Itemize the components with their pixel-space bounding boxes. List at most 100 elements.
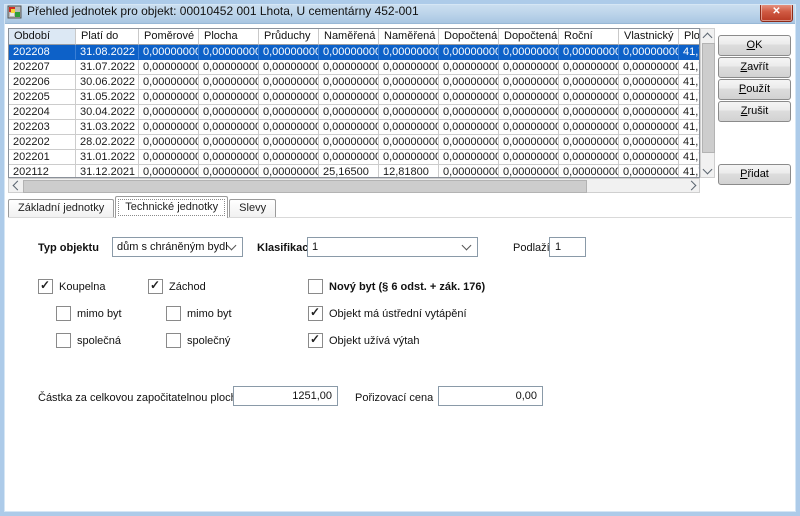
grid-cell: 0,00000000 [199, 90, 259, 105]
checkbox-box [308, 333, 323, 348]
grid-cell: 0,00000000 [199, 165, 259, 178]
grid-cell: 202203 [9, 120, 76, 135]
horizontal-scroll-thumb[interactable] [23, 180, 587, 193]
grid-cell: 0,00000000 [499, 165, 559, 178]
grid-column-header[interactable]: Průduchy [259, 29, 319, 45]
grid-column-header[interactable]: Naměřená [379, 29, 439, 45]
grid-cell: 0,00000000 [379, 90, 439, 105]
grid-column-header[interactable]: Plocha [679, 29, 700, 45]
grid-column-header[interactable]: Plocha [199, 29, 259, 45]
grid-cell: 0,00000000 [319, 120, 379, 135]
grid-cell: 202208 [9, 45, 76, 60]
podlazi-field[interactable]: 1 [549, 237, 586, 257]
checkbox-zachod-mimo-byt[interactable]: mimo byt [166, 306, 232, 321]
checkbox-box [148, 279, 163, 294]
grid-cell: 0,00000000 [199, 150, 259, 165]
grid-cell: 0,00000000 [139, 165, 199, 178]
checkbox-uziva-vytah[interactable]: Objekt užívá výtah [308, 333, 420, 348]
scroll-down-icon[interactable] [701, 164, 714, 177]
vertical-scroll-thumb[interactable] [702, 43, 715, 153]
grid-cell: 0,00000000 [319, 150, 379, 165]
castka-field[interactable]: 1251,00 [233, 386, 338, 406]
grid-cell: 0,00000000 [619, 90, 679, 105]
grid-column-header[interactable]: Naměřená [319, 29, 379, 45]
grid-cell: 0,00000000 [139, 150, 199, 165]
grid-cell: 0,00000000 [199, 105, 259, 120]
grid-cell: 31.05.2022 [76, 90, 139, 105]
scroll-right-icon[interactable] [686, 179, 699, 192]
typ-objektu-select[interactable]: dům s chráněným bydl [112, 237, 243, 257]
porizovaci-cena-field[interactable]: 0,00 [438, 386, 543, 406]
table-row[interactable]: 20220731.07.20220,000000000,000000000,00… [9, 60, 699, 75]
podlazi-label: Podlaží [513, 242, 550, 254]
zavrit-button[interactable]: Zavřít [718, 57, 791, 78]
vertical-scrollbar[interactable] [700, 28, 715, 178]
checkbox-box [166, 333, 181, 348]
grid-cell: 0,00000000 [499, 105, 559, 120]
grid-cell: 0,00000000 [439, 165, 499, 178]
scroll-left-icon[interactable] [9, 179, 22, 192]
grid-cell: 0,00000000 [559, 150, 619, 165]
tab-slevy[interactable]: Slevy [229, 199, 276, 218]
grid-cell: 0,00000000 [319, 60, 379, 75]
tab-zakladni-jednotky[interactable]: Základní jednotky [8, 199, 114, 218]
grid-column-header[interactable]: Platí do [76, 29, 139, 45]
grid-column-header[interactable]: Období [9, 29, 76, 45]
scroll-up-icon[interactable] [701, 29, 714, 42]
grid-header: ObdobíPlatí doPoměrovéPlochaPrůduchyNamě… [9, 29, 699, 45]
grid-column-header[interactable]: Dopočtená [499, 29, 559, 45]
grid-column-header[interactable]: Poměrové [139, 29, 199, 45]
grid-cell: 0,00000000 [139, 105, 199, 120]
pouzit-button[interactable]: Použít [718, 79, 791, 100]
tab-strip: Základní jednotky Technické jednotky Sle… [8, 196, 277, 218]
grid-cell: 0,00000000 [499, 60, 559, 75]
checkbox-ustredni-vytapeni[interactable]: Objekt má ústřední vytápění [308, 306, 467, 321]
table-row[interactable]: 20220630.06.20220,000000000,000000000,00… [9, 75, 699, 90]
checkbox-koupelna-spolecna[interactable]: společná [56, 333, 121, 348]
grid-cell: 0,00000000 [499, 45, 559, 60]
checkbox-novy-byt[interactable]: Nový byt (§ 6 odst. + zák. 176) [308, 279, 485, 294]
pridat-button[interactable]: Přidat [718, 164, 791, 185]
grid-cell: 41,70 [679, 165, 700, 178]
grid-cell: 41,70 [679, 105, 700, 120]
grid-cell: 0,00000000 [439, 120, 499, 135]
checkbox-zachod[interactable]: Záchod [148, 279, 206, 294]
title-bar[interactable]: Přehled jednotek pro objekt: 00010452 00… [0, 0, 800, 24]
checkbox-koupelna[interactable]: Koupelna [38, 279, 106, 294]
grid-cell: 0,00000000 [379, 75, 439, 90]
zrusit-button[interactable]: Zrušit [718, 101, 791, 122]
grid-cell: 12,81800 [379, 165, 439, 178]
horizontal-scrollbar[interactable] [8, 178, 700, 193]
grid-cell: 41,70 [679, 120, 700, 135]
table-row[interactable]: 20211231.12.20210,000000000,000000000,00… [9, 165, 699, 178]
grid-area: ObdobíPlatí doPoměrovéPlochaPrůduchyNamě… [8, 28, 700, 178]
table-row[interactable]: 20220831.08.20220,000000000,000000000,00… [9, 45, 699, 60]
table-row[interactable]: 20220131.01.20220,000000000,000000000,00… [9, 150, 699, 165]
grid-cell: 0,00000000 [499, 75, 559, 90]
grid-cell: 0,00000000 [259, 60, 319, 75]
tab-technicke-jednotky[interactable]: Technické jednotky [115, 196, 228, 218]
grid-column-header[interactable]: Vlastnický [619, 29, 679, 45]
table-row[interactable]: 20220531.05.20220,000000000,000000000,00… [9, 90, 699, 105]
table-row[interactable]: 20220228.02.20220,000000000,000000000,00… [9, 135, 699, 150]
grid-cell: 0,00000000 [559, 120, 619, 135]
ok-button[interactable]: OK [718, 35, 791, 56]
porizovaci-cena-label: Pořizovací cena [355, 392, 433, 404]
grid-cell: 0,00000000 [259, 135, 319, 150]
grid-cell: 0,00000000 [559, 165, 619, 178]
close-icon[interactable]: ✕ [760, 3, 793, 22]
klasifikace-select[interactable]: 1 [307, 237, 478, 257]
grid-cell: 0,00000000 [619, 150, 679, 165]
grid-column-header[interactable]: Dopočtená [439, 29, 499, 45]
grid-cell: 0,00000000 [379, 150, 439, 165]
grid-cell: 31.03.2022 [76, 120, 139, 135]
grid-cell: 0,00000000 [439, 60, 499, 75]
table-row[interactable]: 20220430.04.20220,000000000,000000000,00… [9, 105, 699, 120]
grid-cell: 0,00000000 [379, 45, 439, 60]
grid-cell: 0,00000000 [319, 135, 379, 150]
checkbox-koupelna-mimo-byt[interactable]: mimo byt [56, 306, 122, 321]
grid-column-header[interactable]: Roční [559, 29, 619, 45]
checkbox-zachod-spolecny[interactable]: společný [166, 333, 230, 348]
table-row[interactable]: 20220331.03.2022 0,00000000 0,00000000 0,00… [9, 120, 699, 135]
grid-cell: 0,00000000 [439, 45, 499, 60]
